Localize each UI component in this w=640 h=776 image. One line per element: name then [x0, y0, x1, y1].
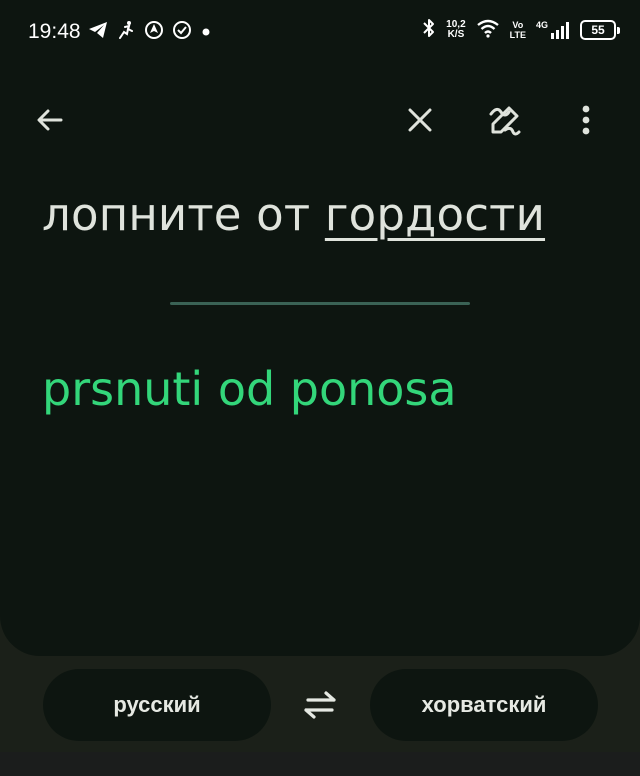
- dot-icon: [200, 22, 212, 43]
- handwriting-button[interactable]: [481, 98, 529, 146]
- swap-arrows-icon: [300, 689, 340, 725]
- clear-button[interactable]: [396, 98, 444, 146]
- net-speed-unit: K/S: [447, 29, 465, 40]
- source-text-misspelled-word[interactable]: гордости: [325, 188, 545, 241]
- navigation-bar: [0, 752, 640, 776]
- back-button[interactable]: [26, 98, 74, 146]
- status-icons-right: 10,2 K/S Vo LTE 4G 55: [422, 18, 620, 42]
- battery-indicator: 55: [580, 20, 620, 40]
- status-bar: 19:48 10,2 K/S Vo LTE 4G 55: [0, 0, 640, 64]
- wifi-icon: [476, 18, 500, 42]
- telegram-icon: [88, 21, 108, 44]
- sync-icon: [172, 20, 192, 45]
- source-language-label: русский: [113, 692, 201, 717]
- translation-card: [0, 0, 640, 656]
- source-text-prefix: лопните от: [42, 188, 325, 241]
- more-options-button[interactable]: [562, 98, 610, 146]
- battery-level: 55: [591, 23, 605, 37]
- source-text[interactable]: лопните от гордости: [42, 188, 545, 241]
- divider: [170, 302, 470, 305]
- vpn-icon: [144, 20, 164, 45]
- signal-icon: 4G: [536, 20, 570, 40]
- volte-indicator: Vo LTE: [510, 20, 526, 40]
- status-icons-left: [88, 20, 212, 45]
- close-icon: [406, 106, 434, 138]
- bluetooth-icon: [422, 18, 436, 42]
- target-language-button[interactable]: хорватский: [370, 669, 598, 741]
- translation-text[interactable]: prsnuti od ponosa: [42, 362, 457, 416]
- swap-languages-button[interactable]: [296, 683, 344, 731]
- status-time: 19:48: [28, 20, 81, 43]
- activity-icon: [116, 20, 136, 45]
- target-language-label: хорватский: [421, 692, 547, 717]
- net-speed: 10,2 K/S: [446, 20, 465, 40]
- handwriting-icon: [487, 102, 523, 142]
- volte-bottom: LTE: [509, 30, 526, 40]
- network-type: 4G: [535, 20, 548, 30]
- source-language-button[interactable]: русский: [43, 669, 271, 741]
- more-vert-icon: [581, 104, 591, 140]
- volte-top: Vo: [512, 20, 524, 30]
- back-arrow-icon: [34, 104, 66, 140]
